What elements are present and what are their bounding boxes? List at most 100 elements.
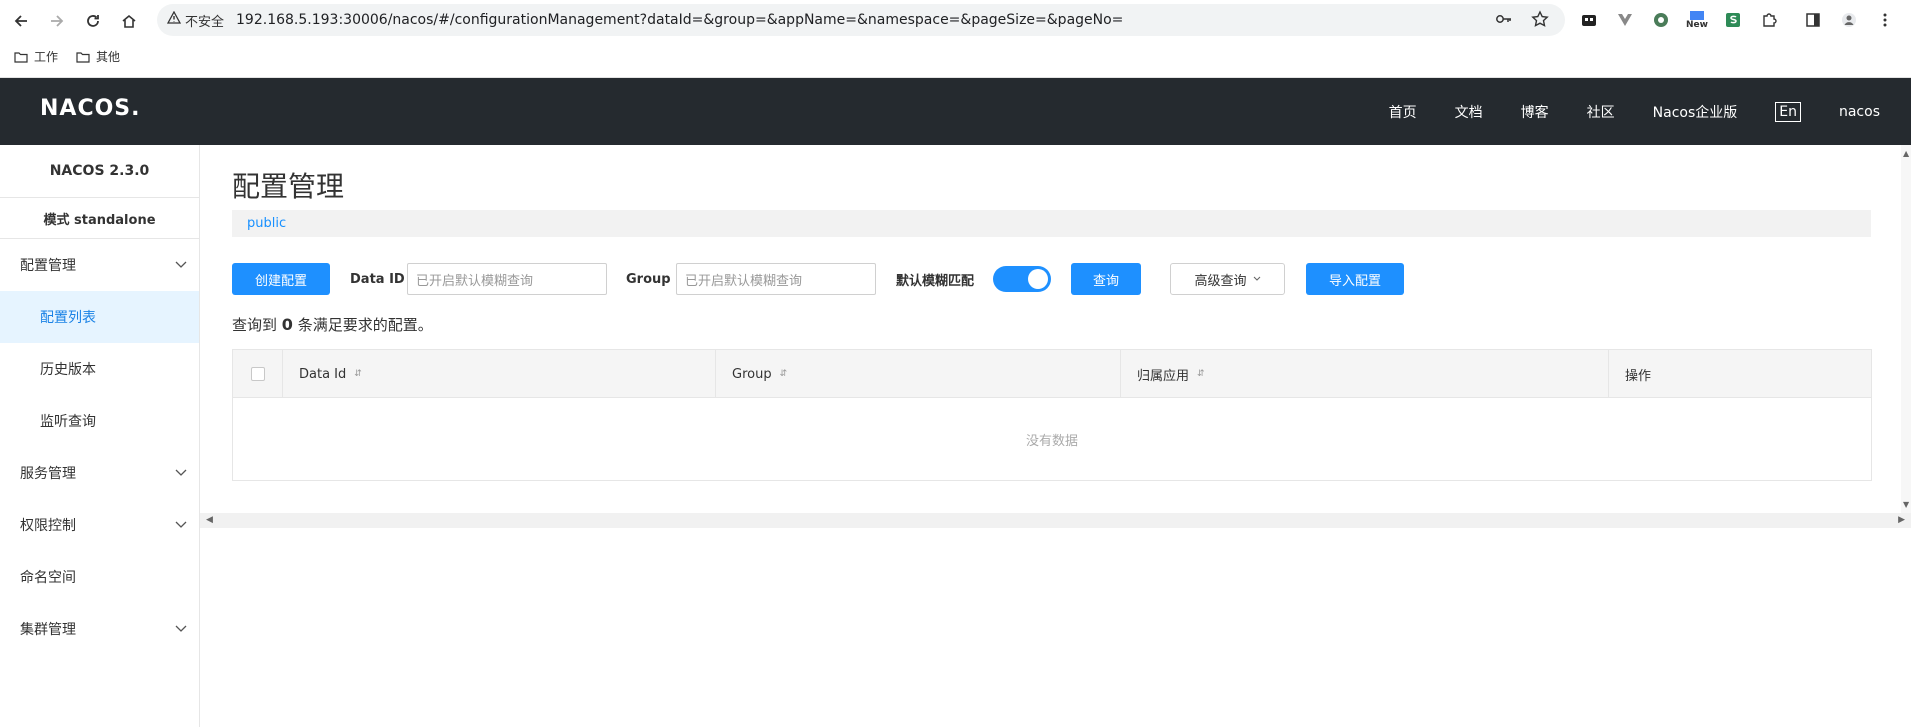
sidebar-group-label: 集群管理: [20, 622, 76, 638]
sidebar-group-config[interactable]: 配置管理: [0, 239, 199, 291]
group-label: Group: [626, 271, 671, 287]
select-all-cell: [233, 350, 283, 398]
scroll-up-icon[interactable]: ▲: [1903, 149, 1909, 158]
chevron-down-icon: [175, 625, 187, 632]
nav-blog[interactable]: 博客: [1521, 102, 1549, 122]
table-empty-state: 没有数据: [1025, 433, 1078, 449]
scroll-down-icon[interactable]: ▼: [1903, 500, 1909, 509]
group-input[interactable]: 已开启默认模糊查询: [676, 263, 876, 295]
result-prefix: 查询到: [232, 316, 278, 334]
security-label: 不安全: [185, 14, 225, 30]
reload-icon[interactable]: [80, 8, 106, 34]
forward-icon[interactable]: [44, 8, 70, 34]
column-data-id[interactable]: Data Id ⇵: [283, 350, 716, 398]
menu-kebab-icon[interactable]: [1874, 9, 1896, 31]
back-icon[interactable]: [8, 8, 34, 34]
sort-icon[interactable]: ⇵: [780, 369, 788, 379]
sidebar: NACOS 2.3.0 模式 standalone 配置管理 配置列表 历史版本…: [0, 145, 200, 727]
column-group[interactable]: Group ⇵: [716, 350, 1121, 398]
folder-icon: [76, 51, 90, 63]
chevron-down-icon: [175, 521, 187, 528]
scroll-right-icon[interactable]: ▶: [1898, 515, 1905, 525]
profile-icon[interactable]: [1838, 9, 1860, 31]
new-badge-label: New: [1686, 19, 1708, 30]
toolbar: 创建配置 Data ID 已开启默认模糊查询 Group 已开启默认模糊查询 默…: [232, 263, 1882, 295]
warning-icon: [166, 10, 182, 29]
mode-label: 模式 standalone: [0, 198, 199, 239]
sidebar-group-label: 服务管理: [20, 466, 76, 482]
column-label: Data Id: [299, 366, 347, 382]
chevron-down-icon: [175, 261, 187, 268]
bookmark-folder-other[interactable]: 其他: [76, 48, 120, 65]
home-icon[interactable]: [116, 8, 142, 34]
extension-circle-icon[interactable]: [1650, 9, 1672, 31]
extension-s-icon[interactable]: [1722, 9, 1744, 31]
search-button[interactable]: 查询: [1071, 263, 1141, 295]
nav-home[interactable]: 首页: [1389, 102, 1417, 122]
column-label: 操作: [1625, 368, 1652, 384]
toggle-knob: [1028, 269, 1048, 289]
config-table: Data Id ⇵ Group ⇵ 归属应用 ⇵ 操作 没有数据: [232, 349, 1872, 481]
user-menu[interactable]: nacos: [1839, 104, 1880, 120]
url-text[interactable]: 192.168.5.193:30006/nacos/#/configuratio…: [236, 12, 1123, 28]
data-id-label: Data ID: [350, 271, 405, 287]
bookmark-label: 工作: [34, 50, 59, 64]
namespace-bar: public: [232, 210, 1871, 237]
sidebar-item-listener[interactable]: 监听查询: [0, 395, 199, 447]
browser-chrome: 不安全 192.168.5.193:30006/nacos/#/configur…: [0, 0, 1911, 78]
data-id-input[interactable]: 已开启默认模糊查询: [407, 263, 607, 295]
column-label: 归属应用: [1137, 368, 1190, 384]
app-header: NACOS. 首页 文档 博客 社区 Nacos企业版 En nacos: [0, 78, 1911, 145]
top-nav: 首页 文档 博客 社区 Nacos企业版 En nacos: [1351, 78, 1880, 145]
select-all-checkbox[interactable]: [250, 367, 265, 381]
sidebar-item-history[interactable]: 历史版本: [0, 343, 199, 395]
advanced-search-label: 高级查询: [1194, 273, 1247, 289]
nav-community[interactable]: 社区: [1587, 102, 1615, 122]
fuzzy-match-label: 默认模糊匹配: [896, 273, 975, 289]
security-indicator[interactable]: 不安全: [166, 10, 225, 30]
table-header: Data Id ⇵ Group ⇵ 归属应用 ⇵ 操作: [233, 350, 1871, 398]
result-summary: 查询到 0 条满足要求的配置。: [232, 314, 433, 335]
fuzzy-match-toggle[interactable]: [993, 266, 1051, 292]
column-label: Group: [732, 366, 772, 382]
sort-icon[interactable]: ⇵: [354, 369, 362, 379]
namespace-public[interactable]: public: [247, 216, 286, 231]
create-config-button[interactable]: 创建配置: [232, 263, 330, 295]
bookmark-label: 其他: [96, 50, 121, 64]
version-label: NACOS 2.3.0: [0, 145, 199, 198]
sidebar-group-cluster[interactable]: 集群管理: [0, 603, 199, 655]
folder-icon: [14, 51, 28, 63]
horizontal-scrollbar[interactable]: ◀ ▶: [200, 513, 1911, 528]
sort-icon[interactable]: ⇵: [1197, 369, 1205, 379]
nav-enterprise[interactable]: Nacos企业版: [1653, 102, 1738, 122]
sidebar-group-label: 配置管理: [20, 258, 76, 274]
key-icon[interactable]: [1495, 10, 1513, 32]
page-title: 配置管理: [232, 170, 345, 203]
bookmark-folder-work[interactable]: 工作: [14, 48, 58, 65]
chevron-down-icon: [1253, 276, 1260, 281]
nacos-logo[interactable]: NACOS.: [40, 96, 141, 121]
sidebar-group-auth[interactable]: 权限控制: [0, 499, 199, 551]
result-suffix: 条满足要求的配置。: [297, 316, 433, 334]
language-switch[interactable]: En: [1775, 101, 1801, 122]
import-config-button[interactable]: 导入配置: [1306, 263, 1404, 295]
sidebar-item-config-list[interactable]: 配置列表: [0, 291, 199, 343]
scroll-left-icon[interactable]: ◀: [206, 515, 213, 525]
sidebar-item-namespace[interactable]: 命名空间: [0, 551, 199, 603]
sidebar-group-service[interactable]: 服务管理: [0, 447, 199, 499]
chevron-down-icon: [175, 469, 187, 476]
nav-docs[interactable]: 文档: [1455, 102, 1483, 122]
vertical-scrollbar[interactable]: ▲ ▼: [1901, 145, 1911, 513]
advanced-search-button[interactable]: 高级查询: [1170, 263, 1285, 295]
bookmark-star-icon[interactable]: [1531, 10, 1549, 32]
extension-icon[interactable]: [1578, 9, 1600, 31]
column-app[interactable]: 归属应用 ⇵: [1121, 350, 1609, 398]
column-actions: 操作: [1609, 350, 1871, 398]
sidepanel-icon[interactable]: [1802, 9, 1824, 31]
new-badge-icon[interactable]: New: [1686, 9, 1708, 31]
result-count: 0: [281, 315, 293, 334]
puzzle-icon[interactable]: [1758, 9, 1780, 31]
vue-devtools-icon[interactable]: [1614, 9, 1636, 31]
main-content: 配置管理 public 创建配置 Data ID 已开启默认模糊查询 Group…: [200, 145, 1911, 727]
address-bar[interactable]: 不安全 192.168.5.193:30006/nacos/#/configur…: [157, 4, 1565, 36]
